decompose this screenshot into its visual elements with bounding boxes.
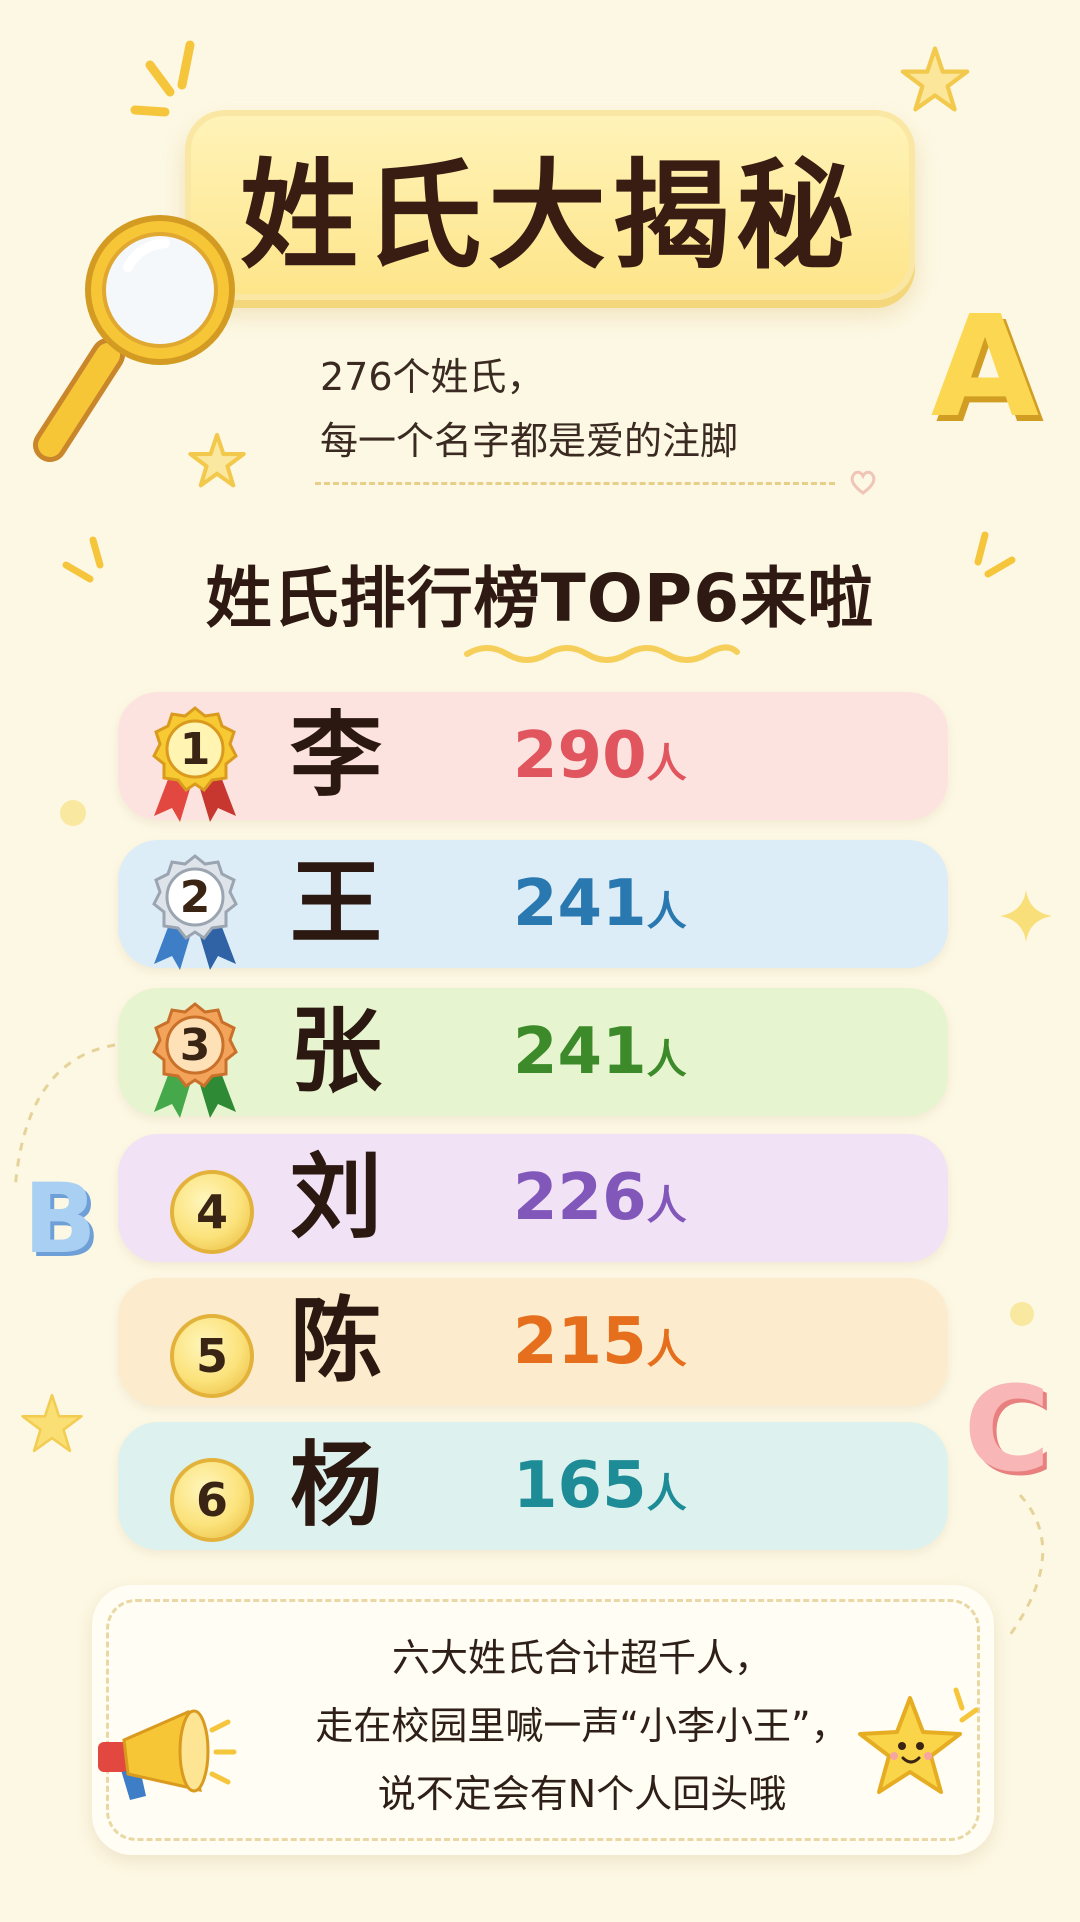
surname: 刘 (290, 1144, 383, 1251)
count-unit: 人 (646, 1471, 687, 1517)
sparkle-lines-top-left (130, 40, 195, 117)
heart-icon (850, 470, 876, 495)
surname: 张 (290, 998, 383, 1105)
count-unit: 人 (646, 1183, 687, 1229)
rank-coin-icon: 6 (140, 1434, 254, 1554)
subtitle-line-2: 每一个名字都是爱的注脚 (320, 419, 739, 463)
letter-b-decoration: B B (23, 1170, 98, 1265)
surname: 陈 (290, 1288, 383, 1395)
surname-count: 241人 (513, 1016, 687, 1096)
letter-b: B (23, 1170, 96, 1265)
gold-medal-icon: 1 (140, 704, 250, 824)
note-line-2: 走在校园里喊一声“小李小王”， (315, 1704, 849, 1748)
rank-coin-icon: 5 (140, 1290, 254, 1410)
sparkle-icon (1000, 890, 1052, 942)
count-value: 241 (513, 1015, 647, 1089)
ranking-row: 5 陈 215人 (118, 1278, 948, 1406)
title-banner: 姓氏大揭秘 (185, 110, 915, 300)
rank-number: 1 (179, 724, 211, 775)
star-icon (900, 46, 970, 112)
letter-c-decoration: C C (964, 1370, 1055, 1490)
silver-medal-icon: 2 (140, 852, 250, 972)
dot-decoration (1010, 1302, 1034, 1326)
megaphone-icon (98, 1709, 237, 1800)
dot-decoration (60, 800, 86, 826)
ranking-heading: 姓氏排行榜TOP6来啦 (205, 560, 875, 637)
count-value: 290 (513, 719, 647, 793)
rank-coin-icon: 4 (140, 1146, 254, 1266)
ranking-row: 2 王 241人 (118, 840, 948, 970)
rank-number: 2 (179, 872, 211, 923)
surname-count: 226人 (513, 1162, 687, 1242)
count-value: 226 (513, 1161, 647, 1235)
count-value: 165 (513, 1449, 647, 1523)
subtitle-divider (315, 482, 835, 485)
star-icon (21, 1393, 83, 1453)
surname-count: 215人 (513, 1306, 687, 1386)
count-unit: 人 (646, 889, 687, 935)
note-line-1: 六大姓氏合计超千人， (391, 1636, 772, 1680)
rank-number: 5 (170, 1314, 254, 1398)
surname-count: 165人 (513, 1450, 687, 1530)
count-value: 241 (513, 867, 647, 941)
smiling-star-icon (858, 1687, 979, 1794)
ranking-row: 6 杨 165人 (118, 1422, 948, 1550)
bronze-medal-icon: 3 (140, 1000, 250, 1120)
count-unit: 人 (646, 1037, 687, 1083)
letter-a-decoration: A A (931, 295, 1044, 435)
surname: 王 (290, 850, 383, 957)
ranking-row: 1 李 290人 (118, 692, 948, 822)
subtitle-line-1: 276个姓氏， (320, 355, 545, 399)
ranking-row: 4 刘 226人 (118, 1134, 948, 1262)
page-title: 姓氏大揭秘 (239, 146, 860, 285)
count-unit: 人 (646, 1327, 687, 1373)
rank-number: 3 (179, 1020, 211, 1071)
star-icon (188, 432, 246, 488)
letter-c: C (964, 1370, 1051, 1490)
letter-a: A (931, 295, 1039, 435)
surname-count: 290人 (513, 720, 687, 800)
rank-number: 4 (170, 1170, 254, 1254)
surname-count: 241人 (513, 868, 687, 948)
subtitle: 276个姓氏， 每一个名字都是爱的注脚 (320, 345, 880, 473)
heading-underline-wave (464, 644, 740, 663)
count-unit: 人 (646, 741, 687, 787)
note-line-3: 说不定会有N个人回头哦 (377, 1772, 787, 1816)
rank-number: 6 (170, 1458, 254, 1542)
count-value: 215 (513, 1305, 647, 1379)
ranking-row: 3 张 241人 (118, 988, 948, 1118)
surname: 李 (290, 702, 383, 809)
surname: 杨 (290, 1432, 383, 1539)
